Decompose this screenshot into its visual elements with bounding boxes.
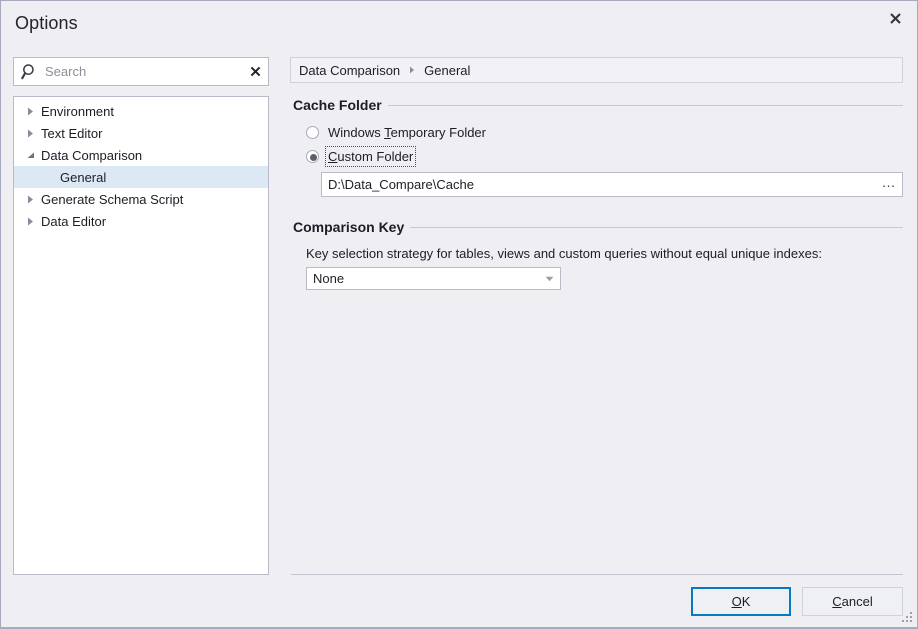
radio-label: Custom Folder [324, 146, 417, 167]
search-icon [21, 63, 34, 79]
browse-folder-button[interactable]: … [876, 173, 902, 196]
tree-item-label: Text Editor [41, 125, 103, 141]
radio-label: Windows Temporary Folder [328, 125, 486, 140]
tree-item-data-editor[interactable]: Data Editor [14, 210, 268, 232]
ok-button[interactable]: OK [691, 587, 791, 616]
ellipsis-icon: … [881, 174, 897, 190]
comparison-key-group-header: Comparison Key [293, 219, 903, 235]
comparison-key-dropdown[interactable]: None [306, 267, 561, 290]
tree-item-generate-schema-script[interactable]: Generate Schema Script [14, 188, 268, 210]
chevron-right-icon[interactable] [22, 213, 38, 229]
tree-item-label: Data Comparison [41, 147, 143, 163]
chevron-right-icon[interactable] [22, 125, 38, 141]
options-tree[interactable]: Environment Text Editor Data Comparison … [13, 96, 269, 575]
search-box[interactable] [13, 57, 269, 86]
cancel-button-label: Cancel [832, 594, 873, 609]
page-title: Options [15, 13, 78, 33]
chevron-right-icon [409, 66, 415, 74]
cache-path-input[interactable] [322, 173, 876, 196]
cache-path-field[interactable]: … [321, 172, 903, 197]
tree-item-environment[interactable]: Environment [14, 100, 268, 122]
tree-item-label: General [60, 169, 107, 185]
title-bar: Options [1, 1, 917, 46]
close-icon [889, 12, 901, 24]
comparison-key-value: None [313, 271, 345, 286]
search-input[interactable] [39, 58, 242, 85]
tree-item-data-comparison[interactable]: Data Comparison [14, 144, 268, 166]
group-divider [387, 104, 903, 106]
chevron-right-icon[interactable] [22, 103, 38, 119]
clear-search-button[interactable] [242, 58, 268, 85]
tree-item-text-editor[interactable]: Text Editor [14, 122, 268, 144]
chevron-right-icon[interactable] [22, 191, 38, 207]
ok-button-label: OK [731, 594, 751, 609]
group-title: Cache Folder [293, 97, 382, 113]
radio-windows-temporary-folder[interactable]: Windows Temporary Folder [306, 125, 486, 140]
close-button[interactable] [873, 1, 917, 35]
breadcrumb[interactable]: Data Comparison General [290, 57, 903, 83]
tree-item-label: Data Editor [41, 213, 107, 229]
breadcrumb-current: General [424, 62, 471, 78]
cache-folder-group-header: Cache Folder [293, 97, 903, 113]
tree-item-label: Generate Schema Script [41, 191, 184, 207]
tree-item-label: Environment [41, 103, 114, 119]
cancel-button[interactable]: Cancel [802, 587, 903, 616]
clear-icon [250, 66, 260, 77]
group-title: Comparison Key [293, 219, 405, 235]
tree-item-general[interactable]: General [14, 166, 268, 188]
comparison-key-description: Key selection strategy for tables, views… [306, 246, 822, 261]
breadcrumb-parent[interactable]: Data Comparison [299, 63, 400, 78]
footer-divider [291, 574, 903, 575]
radio-indicator-unchecked[interactable] [306, 126, 319, 139]
chevron-down-icon[interactable] [22, 147, 38, 163]
chevron-down-icon[interactable] [538, 268, 560, 289]
radio-custom-folder[interactable]: Custom Folder [306, 146, 417, 167]
resize-grip-icon[interactable] [901, 611, 914, 624]
radio-indicator-checked[interactable] [306, 150, 319, 163]
group-divider [410, 226, 903, 228]
